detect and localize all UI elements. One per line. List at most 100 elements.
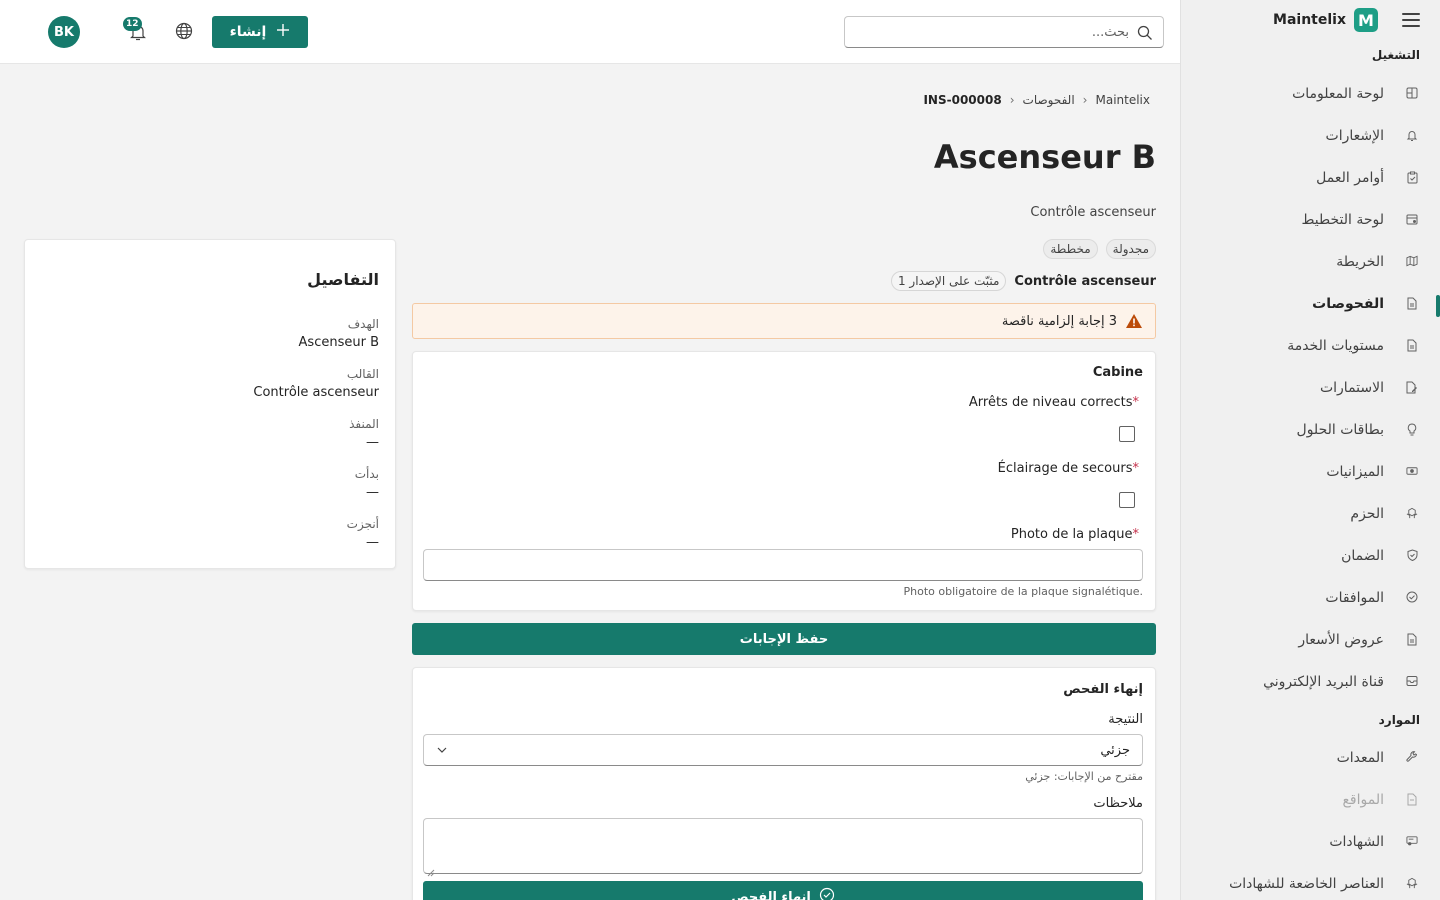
missing-answers-warning: 3 إجابة إلزامية ناقصة xyxy=(412,303,1156,339)
detail-label: أنجزت xyxy=(346,517,379,531)
chevron-left-icon: ‹ xyxy=(1009,93,1015,107)
result-label: النتيجة xyxy=(1108,712,1143,727)
document-icon xyxy=(1406,632,1418,646)
notifications-button[interactable]: 12 xyxy=(123,17,150,42)
sidebar-item-label: المعدات xyxy=(1336,750,1384,766)
sidebar-item-label: لوحة التخطيط xyxy=(1301,212,1384,228)
shield-icon xyxy=(1406,548,1418,562)
breadcrumb-section[interactable]: الفحوصات xyxy=(1023,93,1075,107)
search-input[interactable] xyxy=(853,17,1129,47)
sidebar-item-planning-board[interactable]: لوحة التخطيط xyxy=(1181,199,1440,241)
sidebar-item-work-orders[interactable]: أوامر العمل xyxy=(1181,157,1440,199)
field-hint: Photo obligatoire de la plaque signaléti… xyxy=(903,585,1144,598)
sidebar-item-notifications[interactable]: الإشعارات xyxy=(1181,115,1440,157)
plus-icon xyxy=(276,23,290,41)
result-hint: مقترح من الإجابات: جزئي xyxy=(1025,770,1143,783)
question-checkbox-emergency-lighting[interactable] xyxy=(1119,492,1135,508)
document-icon xyxy=(1406,296,1418,310)
question-label: Photo de la plaque* xyxy=(1010,527,1139,542)
certificate-icon xyxy=(1406,834,1418,848)
question-label: Éclairage de secours* xyxy=(997,461,1139,476)
chevron-down-icon xyxy=(436,744,448,756)
sidebar-item-label: أوامر العمل xyxy=(1316,170,1384,186)
resize-grip-icon[interactable] xyxy=(427,862,435,877)
box-icon xyxy=(1406,876,1418,890)
sidebar-item-label: الاستمارات xyxy=(1319,380,1384,396)
sidebar-item-equipment[interactable]: المعدات xyxy=(1181,737,1440,779)
detail-value: — xyxy=(366,535,379,550)
form-icon xyxy=(1406,380,1418,394)
brand[interactable]: Maintelix M xyxy=(1273,8,1420,32)
sidebar-item-email-channel[interactable]: قناة البريد الإلكتروني xyxy=(1181,661,1440,703)
money-icon xyxy=(1406,464,1418,478)
brand-logo: M xyxy=(1354,8,1378,32)
notes-textarea[interactable] xyxy=(423,818,1143,877)
sidebar-item-label: عروض الأسعار xyxy=(1298,632,1384,648)
search-box[interactable] xyxy=(844,16,1164,48)
sidebar-item-certified-items[interactable]: العناصر الخاضعة للشهادات xyxy=(1181,863,1440,900)
question-checkbox-level-stops[interactable] xyxy=(1119,426,1135,442)
sidebar-item-sites[interactable]: المواقع xyxy=(1181,779,1440,821)
question-label: Arrêts de niveau corrects* xyxy=(968,395,1139,410)
sidebar-section-operations: التشغيل xyxy=(1371,48,1420,62)
status-badge: مخططة xyxy=(1043,239,1098,259)
breadcrumb-root[interactable]: Maintelix xyxy=(1095,93,1150,107)
menu-icon[interactable] xyxy=(1402,13,1420,27)
section-title: إنهاء الفحص xyxy=(1063,682,1143,697)
plate-photo-input[interactable] xyxy=(423,549,1143,581)
sidebar-item-solution-cards[interactable]: بطاقات الحلول xyxy=(1181,409,1440,451)
breadcrumb-current: INS-000008 xyxy=(923,93,1002,107)
warning-icon xyxy=(1125,313,1143,329)
checklist-section: Cabine Arrêts de niveau corrects* Éclair… xyxy=(412,351,1156,611)
sidebar-item-label: الإشعارات xyxy=(1325,128,1384,144)
avatar[interactable]: BK xyxy=(48,16,80,48)
sidebar-item-label: بطاقات الحلول xyxy=(1296,422,1384,438)
sidebar-item-warranty[interactable]: الضمان xyxy=(1181,535,1440,577)
section-title: Cabine xyxy=(1092,365,1143,380)
sidebar-item-label: الخريطة xyxy=(1336,254,1384,270)
lightbulb-icon xyxy=(1406,422,1418,436)
sidebar-item-packages[interactable]: الحزم xyxy=(1181,493,1440,535)
result-select[interactable]: جزئي xyxy=(423,734,1143,766)
sidebar-item-inspections[interactable]: الفحوصات xyxy=(1181,283,1440,325)
finish-inspection-button[interactable]: إنهاء الفحص xyxy=(423,881,1143,900)
sidebar-item-dashboard[interactable]: لوحة المعلومات xyxy=(1181,73,1440,115)
calendar-icon xyxy=(1406,212,1418,226)
create-button[interactable]: إنشاء xyxy=(212,16,308,48)
wrench-icon xyxy=(1406,750,1418,764)
status-tags: مجدولة مخططة xyxy=(1043,239,1156,259)
sidebar-item-service-levels[interactable]: مستويات الخدمة xyxy=(1181,325,1440,367)
save-answers-button[interactable]: حفظ الإجابات xyxy=(412,623,1156,655)
template-version-badge: مثبّت على الإصدار 1 xyxy=(890,271,1007,291)
globe-icon[interactable] xyxy=(175,22,193,40)
sidebar-item-forms[interactable]: الاستمارات xyxy=(1181,367,1440,409)
sidebar-item-certificates[interactable]: الشهادات xyxy=(1181,821,1440,863)
sidebar-item-quotes[interactable]: عروض الأسعار xyxy=(1181,619,1440,661)
finish-inspection-label: إنهاء الفحص xyxy=(731,889,811,900)
sidebar-item-label: لوحة المعلومات xyxy=(1292,86,1384,102)
detail-label: بدأت xyxy=(354,467,379,481)
dashboard-icon xyxy=(1406,86,1418,100)
sidebar-item-label: الضمان xyxy=(1341,548,1384,564)
page-subtitle: Contrôle ascenseur xyxy=(1030,205,1156,220)
topbar: إنشاء 12 BK xyxy=(0,0,1180,64)
warning-text: 3 إجابة إلزامية ناقصة xyxy=(1001,313,1117,329)
details-panel: التفاصيل الهدف Ascenseur B القالب Contrô… xyxy=(24,239,396,569)
detail-label: المنفذ xyxy=(349,417,379,431)
detail-value: — xyxy=(366,485,379,500)
sidebar-item-budgets[interactable]: الميزانيات xyxy=(1181,451,1440,493)
brand-name: Maintelix xyxy=(1273,12,1346,28)
sidebar: Maintelix M التشغيل لوحة المعلومات الإشع… xyxy=(1180,0,1440,900)
finish-inspection-section: إنهاء الفحص النتيجة جزئي مقترح من الإجاب… xyxy=(412,667,1156,900)
detail-label: القالب xyxy=(346,367,379,381)
sidebar-item-label: الميزانيات xyxy=(1326,464,1384,480)
sidebar-item-label: الفحوصات xyxy=(1312,296,1384,312)
detail-label: الهدف xyxy=(347,317,379,331)
sidebar-item-map[interactable]: الخريطة xyxy=(1181,241,1440,283)
page-title: Ascenseur B xyxy=(933,138,1156,176)
sidebar-item-approvals[interactable]: الموافقات xyxy=(1181,577,1440,619)
map-icon xyxy=(1406,254,1418,268)
result-select-value: جزئي xyxy=(1100,742,1130,758)
sidebar-item-label: الحزم xyxy=(1350,506,1384,522)
detail-value: Contrôle ascenseur xyxy=(253,385,379,400)
